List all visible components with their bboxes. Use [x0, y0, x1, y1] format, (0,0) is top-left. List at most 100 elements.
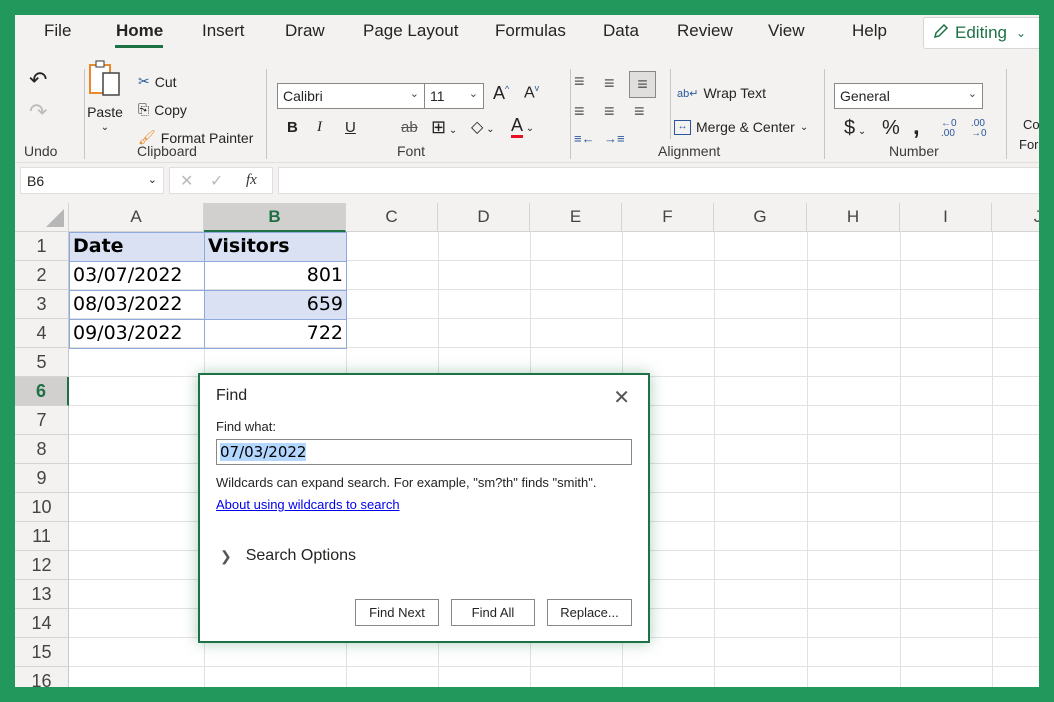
- data-cell[interactable]: 09/03/2022: [70, 319, 204, 348]
- wildcard-hint: Wildcards can expand search. For example…: [216, 475, 597, 490]
- editing-mode-button[interactable]: Editing ⌄: [923, 17, 1039, 49]
- wrap-text-button[interactable]: ab↵ Wrap Text: [677, 85, 766, 101]
- alignment-group-label: Alignment: [658, 143, 721, 159]
- tab-data[interactable]: Data: [603, 21, 639, 41]
- row-header-15[interactable]: 15: [15, 638, 69, 667]
- align-top-icon[interactable]: ≡: [574, 71, 585, 92]
- conditional-formatting-button[interactable]: Co: [1023, 117, 1039, 132]
- replace-button[interactable]: Replace...: [547, 599, 632, 626]
- name-box[interactable]: B6 ⌄: [20, 167, 164, 194]
- name-box-value: B6: [27, 173, 45, 189]
- tab-view[interactable]: View: [768, 21, 805, 41]
- fill-color-button[interactable]: ◇ ⌄: [471, 117, 494, 137]
- row-header-14[interactable]: 14: [15, 609, 69, 638]
- data-cell[interactable]: 08/03/2022: [70, 290, 204, 319]
- find-next-button[interactable]: Find Next: [355, 599, 439, 626]
- row-header-6[interactable]: 6: [15, 377, 69, 406]
- strikethrough-button[interactable]: ab: [401, 119, 418, 136]
- insert-function-icon[interactable]: fx: [246, 172, 257, 189]
- tab-help[interactable]: Help: [852, 21, 887, 41]
- tab-draw[interactable]: Draw: [285, 21, 325, 41]
- italic-button[interactable]: I: [317, 119, 322, 136]
- cancel-icon[interactable]: ✕: [180, 171, 193, 191]
- align-middle-icon[interactable]: ≡: [604, 73, 615, 94]
- increase-decimal-icon[interactable]: ←0.00: [941, 119, 957, 139]
- row-header-4[interactable]: 4: [15, 319, 69, 348]
- formula-input[interactable]: [278, 167, 1039, 194]
- font-size-value: 11: [430, 88, 445, 104]
- search-options-toggle[interactable]: ❯ Search Options: [220, 547, 356, 565]
- close-icon[interactable]: ✕: [613, 385, 630, 410]
- row-header-1[interactable]: 1: [15, 232, 69, 261]
- separator: [670, 69, 671, 139]
- number-format-dropdown[interactable]: General ⌄: [834, 83, 983, 109]
- align-right-icon[interactable]: ≡: [634, 101, 645, 122]
- row-header-11[interactable]: 11: [15, 522, 69, 551]
- row-header-3[interactable]: 3: [15, 290, 69, 319]
- borders-button[interactable]: ⊞ ⌄: [431, 117, 457, 138]
- tab-home[interactable]: Home: [116, 21, 163, 41]
- decrease-indent-icon[interactable]: ≡←: [574, 131, 595, 146]
- header-cell[interactable]: Visitors: [205, 232, 346, 261]
- align-center-icon[interactable]: ≡: [604, 101, 615, 122]
- header-cell[interactable]: Date: [70, 232, 204, 261]
- align-left-icon[interactable]: ≡: [574, 101, 585, 122]
- enter-icon[interactable]: ✓: [210, 171, 223, 191]
- tab-file[interactable]: File: [44, 21, 71, 41]
- tab-page-layout[interactable]: Page Layout: [363, 21, 458, 41]
- bold-button[interactable]: B: [287, 119, 298, 136]
- find-what-input[interactable]: 07/03/2022: [216, 439, 632, 465]
- grow-font-button[interactable]: A^: [493, 83, 509, 104]
- column-header-h[interactable]: H: [807, 203, 900, 232]
- data-cell[interactable]: 03/07/2022: [70, 261, 204, 290]
- increase-indent-icon[interactable]: →≡: [604, 131, 625, 146]
- formula-bar: B6 ⌄ ✕ ✓ fx: [15, 163, 1039, 203]
- row-header-16[interactable]: 16: [15, 667, 69, 687]
- merge-center-button[interactable]: ↔ Merge & Center ⌄: [674, 119, 808, 135]
- redo-icon[interactable]: ↷: [29, 99, 47, 125]
- find-dialog: Find ✕ Find what: 07/03/2022 Wildcards c…: [198, 373, 650, 643]
- data-cell[interactable]: 659: [205, 290, 346, 319]
- percent-button[interactable]: %: [882, 117, 900, 140]
- tab-review[interactable]: Review: [677, 21, 733, 41]
- row-header-5[interactable]: 5: [15, 348, 69, 377]
- select-all-button[interactable]: [15, 203, 69, 232]
- column-header-b[interactable]: B: [204, 203, 346, 232]
- row-header-2[interactable]: 2: [15, 261, 69, 290]
- align-bottom-icon[interactable]: ≡: [629, 71, 656, 98]
- decrease-decimal-icon[interactable]: .00 →0: [971, 119, 987, 139]
- chevron-down-icon: ⌄: [967, 88, 977, 100]
- column-header-f[interactable]: F: [622, 203, 714, 232]
- column-header-g[interactable]: G: [714, 203, 807, 232]
- comma-button[interactable]: ,: [913, 113, 920, 141]
- row-header-8[interactable]: 8: [15, 435, 69, 464]
- column-header-e[interactable]: E: [530, 203, 622, 232]
- tab-formulas[interactable]: Formulas: [495, 21, 566, 41]
- data-cell[interactable]: 722: [205, 319, 346, 348]
- undo-group-label: Undo: [24, 143, 58, 159]
- font-size-dropdown[interactable]: 11 ⌄: [424, 83, 484, 109]
- column-header-c[interactable]: C: [346, 203, 438, 232]
- underline-button[interactable]: U: [345, 119, 356, 136]
- font-name-dropdown[interactable]: Calibri ⌄: [277, 83, 425, 109]
- column-header-a[interactable]: A: [69, 203, 204, 232]
- tab-insert[interactable]: Insert: [202, 21, 245, 41]
- row-header-10[interactable]: 10: [15, 493, 69, 522]
- row-header-7[interactable]: 7: [15, 406, 69, 435]
- currency-button[interactable]: $ ⌄: [844, 117, 866, 140]
- row-header-12[interactable]: 12: [15, 551, 69, 580]
- data-cell[interactable]: 801: [205, 261, 346, 290]
- wildcards-help-link[interactable]: About using wildcards to search: [216, 497, 400, 512]
- font-color-button[interactable]: A ⌄: [511, 115, 534, 138]
- shrink-font-button[interactable]: Av: [524, 83, 539, 102]
- row-header-9[interactable]: 9: [15, 464, 69, 493]
- undo-icon[interactable]: ↶: [29, 67, 47, 93]
- row-header-13[interactable]: 13: [15, 580, 69, 609]
- paste-button[interactable]: Paste ⌄: [87, 57, 123, 133]
- column-header-i[interactable]: I: [900, 203, 992, 232]
- find-all-button[interactable]: Find All: [451, 599, 535, 626]
- copy-button[interactable]: ⎘ Copy: [138, 101, 187, 118]
- cut-button[interactable]: ✂ Cut: [138, 73, 177, 90]
- column-header-d[interactable]: D: [438, 203, 530, 232]
- column-header-j[interactable]: J: [992, 203, 1039, 232]
